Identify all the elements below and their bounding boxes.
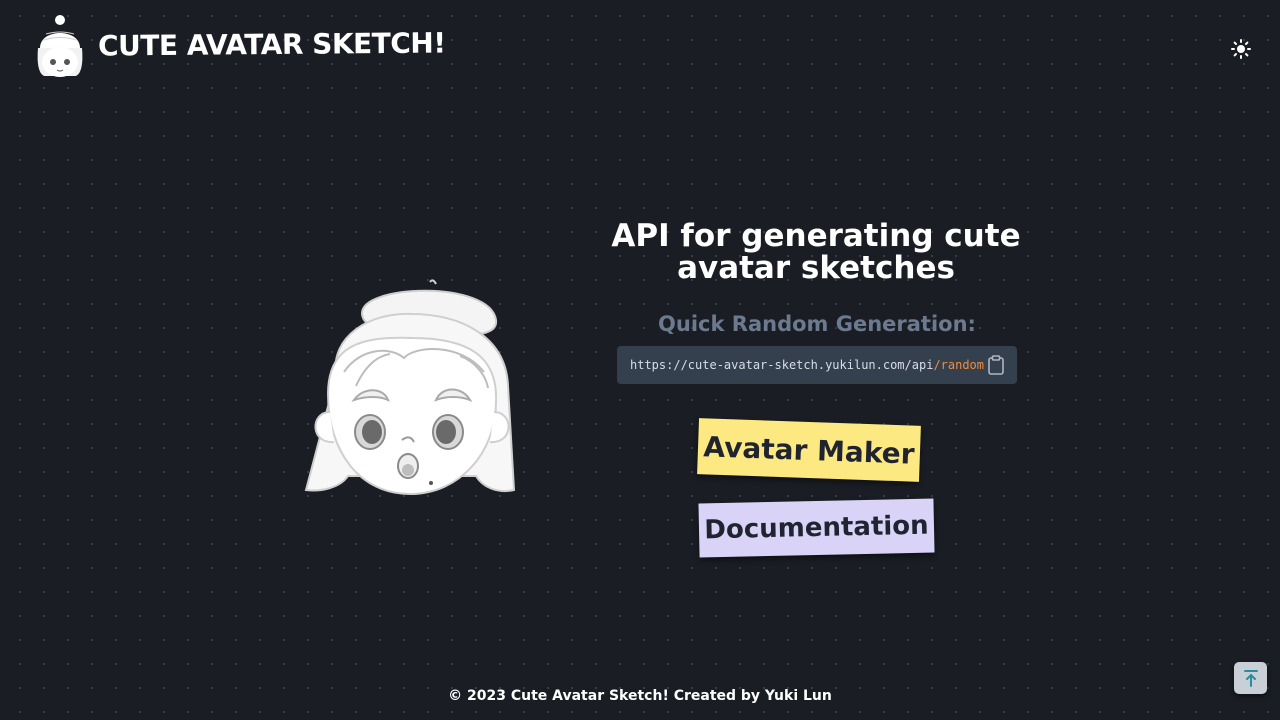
api-url-path: /random (933, 358, 985, 372)
clipboard-icon[interactable] (987, 355, 1005, 375)
sun-icon[interactable] (1228, 36, 1254, 62)
api-url-box: https://cute-avatar-sketch.yukilun.com/a… (617, 346, 1017, 384)
quick-generation-label: Quick Random Generation: (658, 312, 976, 336)
documentation-button[interactable]: Documentation (698, 498, 935, 558)
hero-title: API for generating cute avatar sketches (596, 220, 1036, 284)
avatar-maker-button[interactable]: Avatar Maker (697, 418, 921, 482)
arrow-up-to-line-icon (1243, 670, 1258, 687)
scroll-to-top-button[interactable] (1234, 662, 1267, 694)
site-header: CUTE AVATAR SKETCH! (0, 0, 1280, 96)
footer-copyright: © 2023 Cute Avatar Sketch! Created by Yu… (448, 688, 832, 704)
brand-title[interactable]: CUTE AVATAR SKETCH! (98, 26, 446, 62)
sketch-avatar-image (300, 276, 522, 500)
api-url-text[interactable]: https://cute-avatar-sketch.yukilun.com/a… (630, 358, 984, 372)
avatar-logo-icon[interactable] (34, 14, 86, 78)
api-url-base: https://cute-avatar-sketch.yukilun.com/a… (630, 358, 934, 372)
hero-title-line-2: avatar sketches (677, 250, 955, 286)
hero-title-line-1: API for generating cute (611, 218, 1021, 254)
